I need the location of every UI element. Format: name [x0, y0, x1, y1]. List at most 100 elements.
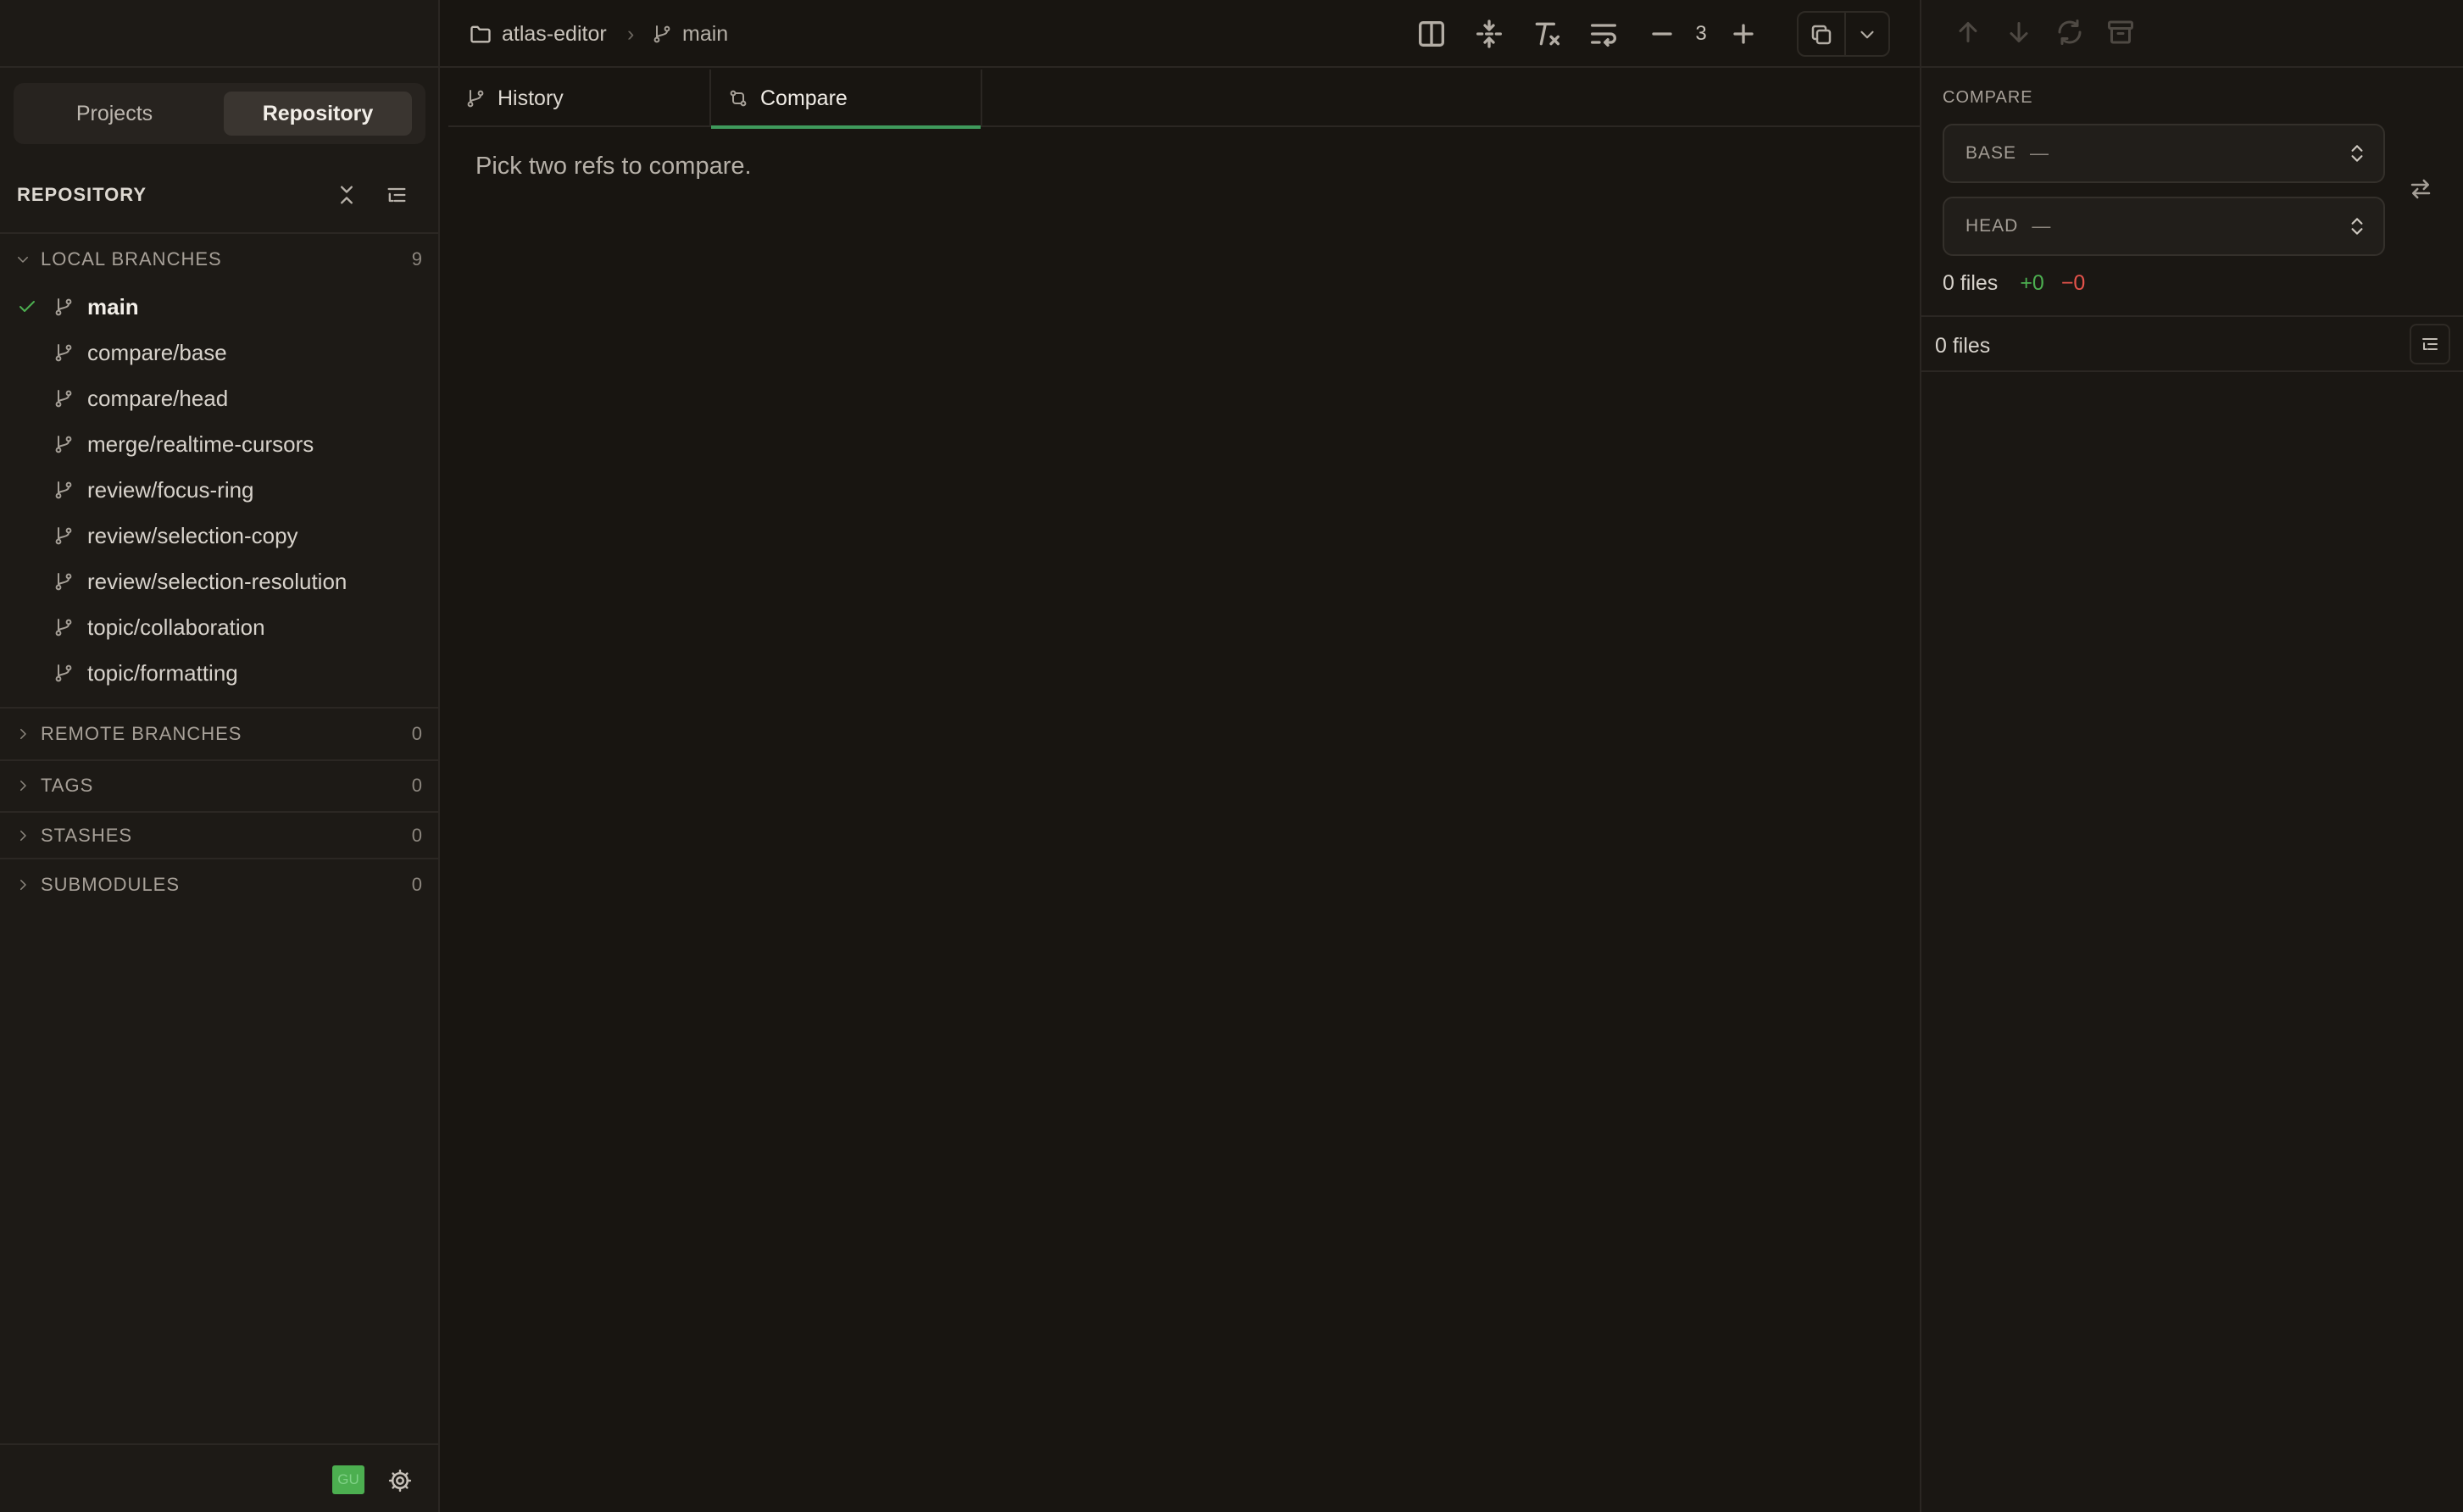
chevron-right-icon — [15, 778, 31, 793]
sidebar: Projects Repository REPOSITORY LOCAL BRA… — [0, 0, 440, 1512]
branch-name: merge/realtime-cursors — [87, 431, 314, 457]
local-branches-label: LOCAL BRANCHES — [41, 248, 222, 270]
branch-item[interactable]: review/focus-ring — [0, 469, 438, 511]
branch-icon — [53, 388, 74, 409]
base-value: — — [2030, 142, 2049, 164]
remote-branches-header[interactable]: REMOTE BRANCHES 0 — [0, 720, 438, 748]
context-lines-value: 3 — [1695, 22, 1707, 45]
section-count: 0 — [411, 723, 423, 744]
summary-additions: +0 — [2020, 270, 2044, 295]
repository-title: REPOSITORY — [17, 184, 147, 205]
branch-item[interactable]: compare/base — [0, 331, 438, 374]
list-view-icon — [2420, 334, 2440, 354]
branch-icon — [53, 342, 74, 363]
chevron-right-icon — [15, 877, 31, 892]
list-view-toggle[interactable] — [2410, 324, 2450, 364]
branch-icon — [53, 663, 74, 683]
compare-icon — [728, 88, 748, 108]
breadcrumb-project[interactable]: atlas-editor — [502, 19, 607, 49]
branch-item[interactable]: review/selection-copy — [0, 514, 438, 557]
sidebar-titlebar — [0, 0, 438, 68]
checkmark-icon — [17, 297, 37, 317]
local-branches-header[interactable]: LOCAL BRANCHES 9 — [0, 246, 438, 273]
tab-label: Compare — [760, 86, 848, 110]
divider — [1844, 13, 1846, 55]
compare-title: COMPARE — [1943, 88, 2033, 107]
chevron-down-icon — [15, 252, 31, 267]
divider — [0, 232, 438, 234]
swap-icon[interactable] — [2408, 176, 2433, 202]
empty-state-message: Pick two refs to compare. — [475, 153, 752, 180]
branch-item[interactable]: review/selection-resolution — [0, 560, 438, 603]
branch-icon — [53, 434, 74, 454]
repository-tab-button[interactable]: Repository — [224, 92, 412, 136]
wrap-icon[interactable] — [1587, 17, 1621, 51]
gear-icon[interactable] — [387, 1468, 413, 1493]
collapse-all-icon[interactable] — [335, 183, 359, 207]
section-label: TAGS — [41, 775, 94, 796]
copy-icon[interactable] — [1809, 22, 1834, 47]
expand-lines-icon[interactable] — [1472, 17, 1506, 51]
branch-item[interactable]: topic/collaboration — [0, 606, 438, 648]
base-label: BASE — [1965, 143, 2017, 163]
branch-icon — [652, 24, 672, 44]
minus-icon[interactable] — [1645, 17, 1679, 51]
projects-tab-button[interactable]: Projects — [20, 92, 208, 136]
breadcrumb-branch[interactable]: main — [682, 19, 728, 49]
branch-name: topic/formatting — [87, 659, 238, 686]
compare-toolbar — [1921, 0, 2463, 68]
diff-summary: 0 files +0 −0 — [1943, 268, 2085, 298]
tab-compare[interactable]: Compare — [711, 69, 982, 129]
tags-header[interactable]: TAGS 0 — [0, 772, 438, 799]
divider — [0, 707, 438, 709]
local-branches-count: 9 — [411, 248, 423, 270]
summary-files: 0 files — [1943, 270, 1999, 295]
divider — [0, 858, 438, 859]
branch-item-main[interactable]: main — [0, 286, 438, 328]
plus-icon[interactable] — [1726, 17, 1760, 51]
clear-format-icon[interactable] — [1530, 17, 1564, 51]
branch-icon — [53, 571, 74, 592]
branch-icon — [53, 297, 74, 317]
divider — [0, 811, 438, 813]
branch-icon — [465, 88, 486, 108]
head-label: HEAD — [1965, 216, 2019, 236]
sidebar-footer: GU — [0, 1443, 438, 1512]
chevron-up-down-icon — [2346, 142, 2368, 164]
head-ref-select[interactable]: HEAD — — [1943, 197, 2385, 256]
branch-name: main — [87, 293, 139, 320]
arrow-up-icon[interactable] — [1953, 17, 1983, 47]
chevron-down-icon[interactable] — [1856, 24, 1878, 46]
branch-name: topic/collaboration — [87, 614, 265, 640]
archive-icon[interactable] — [2105, 17, 2136, 47]
submodules-header[interactable]: SUBMODULES 0 — [0, 871, 438, 898]
copy-button-group — [1797, 11, 1890, 57]
compare-panel: COMPARE BASE — HEAD — 0 files +0 −0 0 fi… — [1920, 0, 2463, 1512]
tab-history[interactable]: History — [448, 69, 711, 127]
branch-item[interactable]: topic/formatting — [0, 652, 438, 694]
branch-icon — [53, 525, 74, 546]
section-count: 0 — [411, 825, 423, 846]
chevron-right-icon — [15, 828, 31, 843]
branch-item[interactable]: merge/realtime-cursors — [0, 423, 438, 465]
section-label: REMOTE BRANCHES — [41, 723, 242, 744]
branch-icon — [53, 480, 74, 500]
summary-deletions: −0 — [2060, 270, 2086, 295]
arrow-down-icon[interactable] — [2004, 17, 2034, 47]
branch-name: review/selection-copy — [87, 522, 298, 548]
breadcrumb-separator: › — [627, 21, 635, 46]
branch-item[interactable]: compare/head — [0, 377, 438, 420]
split-view-icon[interactable] — [1415, 17, 1448, 51]
list-view-icon[interactable] — [385, 183, 409, 207]
branch-icon — [53, 617, 74, 637]
avatar[interactable]: GU — [332, 1465, 364, 1494]
divider — [1921, 370, 2463, 372]
base-ref-select[interactable]: BASE — — [1943, 124, 2385, 183]
tab-label: History — [498, 86, 564, 110]
head-value: — — [2032, 215, 2051, 236]
section-label: STASHES — [41, 825, 133, 846]
stashes-header[interactable]: STASHES 0 — [0, 822, 438, 849]
file-list-header: 0 files — [1935, 333, 1991, 358]
divider — [0, 759, 438, 761]
refresh-icon[interactable] — [2054, 17, 2085, 47]
